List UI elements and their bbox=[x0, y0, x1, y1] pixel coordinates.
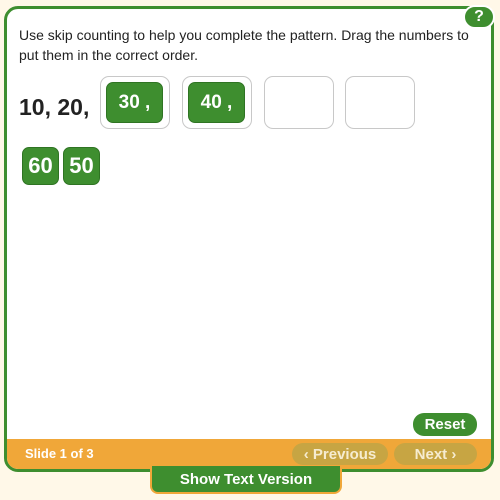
placed-number-tile[interactable]: 40 , bbox=[188, 82, 245, 123]
show-text-version-button[interactable]: Show Text Version bbox=[150, 466, 342, 494]
drop-slot-3[interactable] bbox=[264, 76, 334, 129]
slide-counter: Slide 1 of 3 bbox=[25, 446, 94, 461]
draggable-number-tile[interactable]: 60 bbox=[22, 147, 59, 185]
draggable-number-tile[interactable]: 50 bbox=[63, 147, 100, 185]
next-button[interactable]: Next › bbox=[394, 443, 477, 465]
drop-slot-2[interactable]: 40 , bbox=[182, 76, 252, 129]
reset-button[interactable]: Reset bbox=[413, 413, 477, 436]
footer-bar: Slide 1 of 3 ‹ Previous Next › bbox=[7, 439, 491, 469]
activity-panel: Use skip counting to help you complete t… bbox=[4, 6, 494, 472]
instructions-text: Use skip counting to help you complete t… bbox=[19, 27, 469, 63]
drop-slot-1[interactable]: 30 , bbox=[100, 76, 170, 129]
previous-button[interactable]: ‹ Previous bbox=[292, 443, 388, 465]
drop-slot-4[interactable] bbox=[345, 76, 415, 129]
pattern-prefix: 10, 20, bbox=[19, 94, 90, 120]
help-button[interactable]: ? bbox=[463, 5, 495, 29]
placed-number-tile[interactable]: 30 , bbox=[106, 82, 163, 123]
